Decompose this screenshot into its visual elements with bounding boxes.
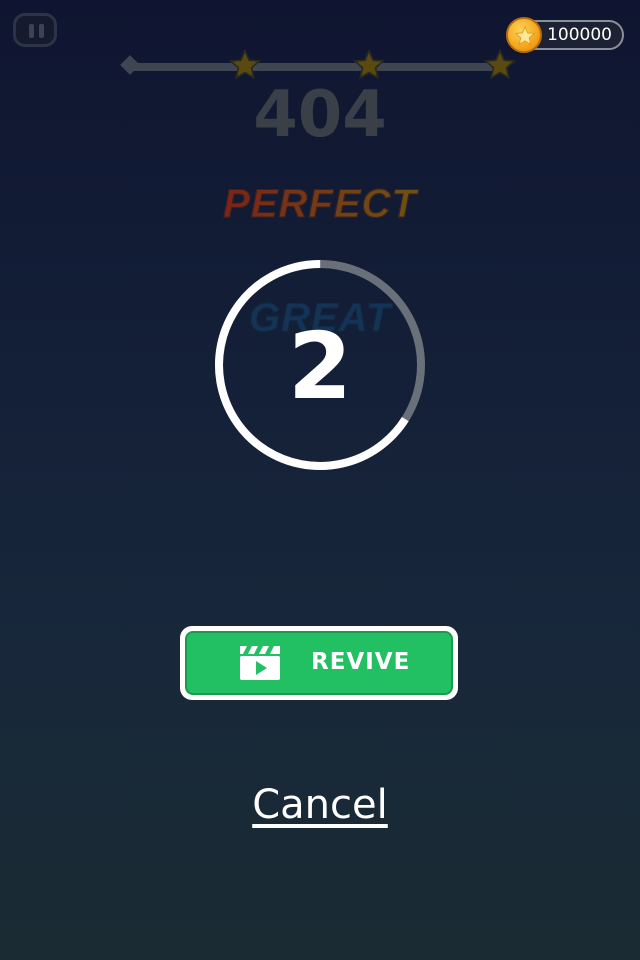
star-icon bbox=[228, 48, 262, 80]
star-icon bbox=[483, 48, 517, 80]
perfect-feedback-text: PERFECT bbox=[0, 182, 640, 227]
star-icon bbox=[352, 48, 386, 80]
cancel-link[interactable]: Cancel bbox=[0, 782, 640, 828]
revive-button-label: REVIVE bbox=[311, 649, 411, 675]
coin-amount: 100000 bbox=[547, 25, 612, 45]
countdown-number: 2 bbox=[287, 313, 352, 420]
level-progress-bar bbox=[130, 63, 502, 71]
pause-icon bbox=[29, 24, 34, 38]
clapperboard-play-icon bbox=[240, 646, 280, 680]
pause-button[interactable] bbox=[13, 13, 57, 47]
pause-icon bbox=[39, 24, 44, 38]
score: 404 bbox=[253, 78, 387, 152]
revive-button[interactable]: REVIVE bbox=[180, 626, 458, 700]
